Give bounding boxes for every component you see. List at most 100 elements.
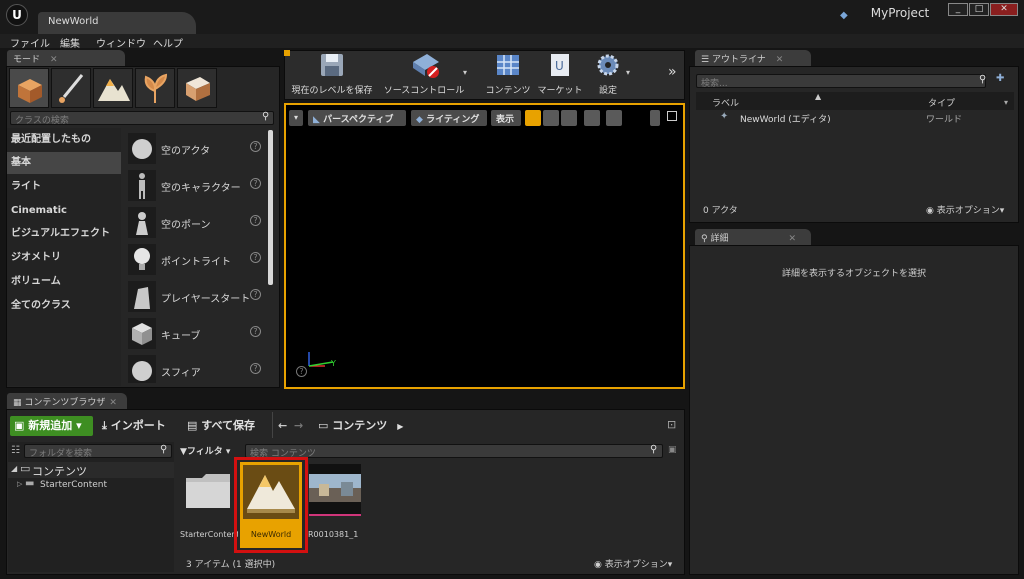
close-icon[interactable]: ✕	[776, 55, 784, 65]
source-control-button[interactable]: ソースコントロール	[378, 52, 470, 96]
help-icon[interactable]: ?	[296, 366, 307, 377]
content-search-input[interactable]: 検索 コンテンツ	[245, 444, 663, 459]
category-visual-effects[interactable]: ビジュアルエフェクト	[7, 223, 121, 245]
place-item-sphere[interactable]: スフィア ?	[124, 352, 268, 386]
mode-paint[interactable]	[51, 68, 91, 108]
translate-tool-icon[interactable]	[525, 110, 541, 126]
toolbar-overflow-icon[interactable]: »	[668, 64, 677, 80]
help-icon[interactable]: ?	[250, 178, 261, 189]
mode-foliage[interactable]	[135, 68, 175, 108]
menu-edit[interactable]: 編集	[60, 35, 80, 50]
help-icon[interactable]: ?	[250, 289, 261, 300]
outliner-row[interactable]: ✦ NewWorld (エディタ) ワールド	[696, 111, 1014, 125]
viewport-toolbar-overflow-icon[interactable]	[650, 110, 660, 126]
tree-item-content[interactable]: ◢ ▭ コンテンツ	[8, 462, 174, 478]
place-item-point-light[interactable]: ポイントライト ?	[124, 241, 268, 278]
place-list-scrollbar[interactable]	[268, 130, 273, 285]
close-icon[interactable]: ✕	[109, 398, 117, 408]
perspective-button[interactable]: ◣ パースペクティブ	[308, 110, 406, 126]
outliner-search-input[interactable]: 検索...	[696, 74, 986, 89]
category-cinematic[interactable]: Cinematic	[7, 200, 121, 222]
chevron-down-icon[interactable]: ▾	[1004, 98, 1008, 107]
help-icon[interactable]: ?	[250, 215, 261, 226]
tree-item-starter-content[interactable]: ▷ ▬ StarterContent	[8, 478, 174, 493]
search-icon[interactable]: ⚲	[979, 74, 986, 85]
tab-modes[interactable]: モード ✕	[7, 50, 125, 66]
category-geometry[interactable]: ジオメトリ	[7, 247, 121, 269]
asset-label: StarterContent	[180, 530, 238, 539]
world-space-icon[interactable]	[584, 110, 600, 126]
tab-details[interactable]: ⚲ 詳細 ✕	[695, 229, 811, 245]
document-tab[interactable]: NewWorld	[38, 12, 196, 34]
mode-place[interactable]	[9, 68, 49, 108]
search-icon[interactable]: ⚲	[650, 444, 657, 455]
chevron-down-icon[interactable]: ▾	[463, 68, 467, 77]
surface-snap-icon[interactable]	[606, 110, 622, 126]
marketplace-button[interactable]: U マーケット	[536, 52, 584, 96]
menu-file[interactable]: ファイル	[10, 35, 50, 50]
path-content[interactable]: ▭ コンテンツ ▶	[318, 416, 403, 436]
place-item-empty-character[interactable]: 空のキャラクター ?	[124, 167, 268, 204]
chevron-down-icon: ▾	[999, 206, 1005, 216]
help-icon[interactable]: ?	[250, 252, 261, 263]
history-forward-icon[interactable]: →	[294, 416, 303, 436]
settings-button[interactable]: 設定	[588, 52, 628, 96]
close-button[interactable]: ✕	[990, 3, 1018, 16]
maximize-viewport-icon[interactable]	[667, 111, 677, 121]
category-all-classes[interactable]: 全てのクラス	[7, 295, 121, 317]
place-item-cube[interactable]: キューブ ?	[124, 315, 268, 352]
maximize-button[interactable]: □	[969, 3, 989, 16]
import-label: インポート	[110, 419, 166, 432]
class-search-input[interactable]: クラスの検索	[10, 111, 274, 126]
history-back-icon[interactable]: ←	[278, 416, 287, 436]
lock-icon[interactable]: ⊡	[667, 418, 676, 431]
add-folder-icon[interactable]: ✚	[996, 73, 1004, 84]
menu-window[interactable]: ウィンドウ	[96, 35, 146, 50]
add-new-button[interactable]: ▣ 新規追加 ▾	[10, 416, 93, 436]
mode-landscape[interactable]	[93, 68, 133, 108]
outliner-view-options[interactable]: ◉ 表示オプション▾	[926, 203, 1004, 216]
search-icon[interactable]: ⚲	[262, 111, 269, 122]
asset-newworld[interactable]: NewWorld	[240, 462, 302, 548]
viewport-options-dropdown[interactable]: ▾	[289, 110, 303, 126]
show-button[interactable]: 表示	[491, 110, 521, 126]
minimize-button[interactable]: _	[948, 3, 968, 16]
close-icon[interactable]: ✕	[50, 55, 58, 65]
scale-tool-icon[interactable]	[561, 110, 577, 126]
column-type[interactable]: タイプ	[928, 96, 955, 109]
help-icon[interactable]: ?	[250, 363, 261, 374]
lighting-button[interactable]: ◆ ライティング	[411, 110, 487, 126]
tab-content-browser[interactable]: ▦ コンテンツブラウザ ✕	[7, 393, 127, 409]
category-lights[interactable]: ライト	[7, 176, 121, 198]
tree-toggle-icon[interactable]: ☷	[11, 445, 20, 456]
asset-starter-content[interactable]: StarterContent	[180, 462, 238, 540]
save-all-button[interactable]: ▤ すべて保存	[187, 416, 255, 436]
category-volumes[interactable]: ボリューム	[7, 271, 121, 293]
column-label[interactable]: ラベル	[712, 96, 739, 109]
rotate-tool-icon[interactable]	[543, 110, 559, 126]
help-icon[interactable]: ?	[250, 141, 261, 152]
folder-search-input[interactable]: フォルダを検索	[24, 444, 172, 459]
category-recent[interactable]: 最近配置したもの	[7, 129, 121, 151]
mode-geometry[interactable]	[177, 68, 217, 108]
menu-help[interactable]: ヘルプ	[153, 35, 183, 50]
asset-r0010381[interactable]: R0010381_1	[308, 462, 362, 540]
gear-icon	[593, 52, 623, 80]
save-search-icon[interactable]: ▣	[668, 445, 677, 455]
save-level-button[interactable]: 現在のレベルを保存	[288, 52, 376, 96]
place-item-empty-actor[interactable]: 空のアクタ ?	[124, 130, 268, 167]
content-view-options[interactable]: ◉ 表示オプション▾	[594, 557, 672, 570]
place-item-empty-pawn[interactable]: 空のポーン ?	[124, 204, 268, 241]
svg-text:Y: Y	[330, 359, 336, 368]
help-icon[interactable]: ?	[250, 326, 261, 337]
filter-icon: ▼	[180, 447, 187, 457]
chevron-down-icon[interactable]: ▾	[626, 68, 630, 77]
close-icon[interactable]: ✕	[788, 234, 796, 244]
import-button[interactable]: ⤓ インポート	[102, 416, 166, 436]
filter-button[interactable]: ▼フィルタ ▾	[180, 444, 230, 457]
tab-outliner[interactable]: ☰ アウトライナ ✕	[695, 50, 811, 66]
place-item-player-start[interactable]: プレイヤースタート ?	[124, 278, 268, 315]
category-basic[interactable]: 基本	[7, 152, 121, 174]
search-icon[interactable]: ⚲	[160, 444, 167, 455]
content-button[interactable]: コンテンツ	[484, 52, 532, 96]
